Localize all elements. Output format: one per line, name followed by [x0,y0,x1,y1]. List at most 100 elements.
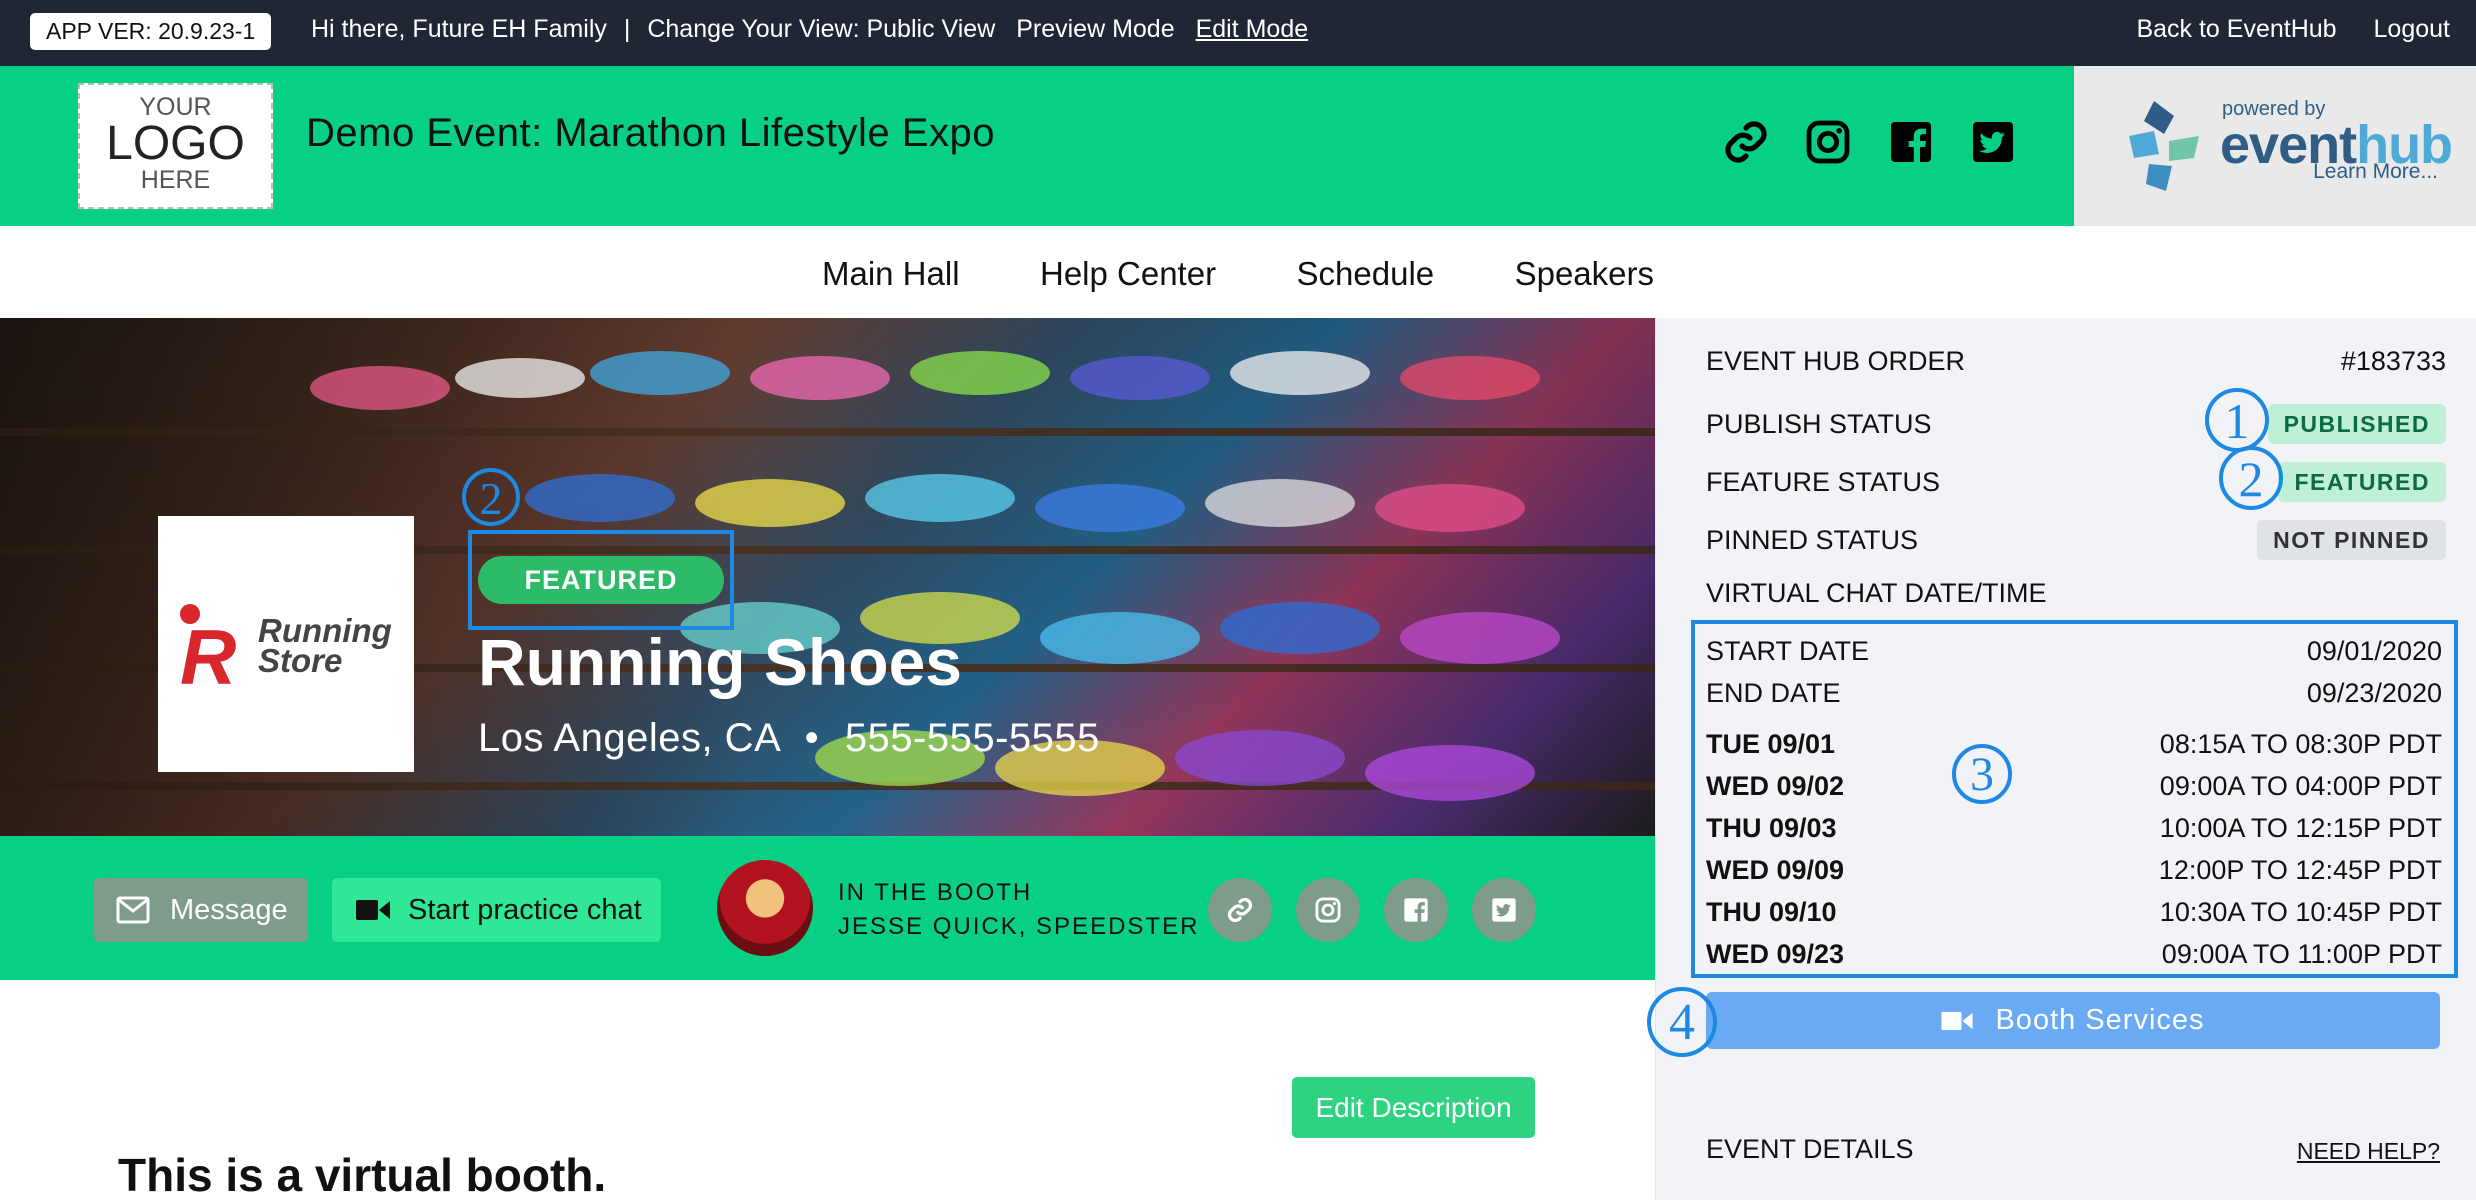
logo-letter: R [180,613,237,701]
feature-row: FEATURE STATUS FEATURED [1706,462,2446,502]
need-help-link[interactable]: NEED HELP? [2297,1138,2440,1165]
schedule-time: 09:00A TO 11:00P PDT [2161,939,2442,969]
nav-speakers[interactable]: Speakers [1515,226,1654,322]
eventhub-logo-icon [2129,101,2199,191]
nav-main-hall[interactable]: Main Hall [822,226,960,322]
schedule-row: WED 09/02 09:00A TO 04:00P PDT [1706,771,2442,802]
schedule-row: THU 09/10 10:30A TO 10:45P PDT [1706,897,2442,928]
facebook-icon [1404,898,1428,922]
video-camera-icon [356,900,390,920]
event-title: Demo Event: Marathon Lifestyle Expo [306,111,995,155]
logo-line-3: HERE [140,166,211,194]
annotation-marker-2-hero: 2 [462,468,520,526]
instagram-icon[interactable] [1804,118,1852,166]
booth-facebook-button[interactable] [1384,878,1448,942]
event-logo[interactable]: YOUR LOGO HERE [78,83,273,209]
booth-phone[interactable]: 555-555-5555 [845,716,1100,760]
booth-location: Los Angeles, CA [478,716,780,760]
header-social-icons [1722,118,2047,166]
description-heading: This is a virtual booth. [118,1149,607,1200]
in-booth-info: IN THE BOOTH JESSE QUICK, SPEEDSTER [838,876,1199,944]
booth-contact: Los Angeles, CA • 555-555-5555 [478,716,1100,761]
pinned-label: PINNED STATUS [1706,525,1919,555]
booth-description-area: Edit Description This is a virtual booth… [0,980,1655,1200]
schedule-time: 09:00A TO 04:00P PDT [2159,771,2442,801]
not-pinned-badge: NOT PINNED [2257,520,2446,560]
start-practice-chat-button[interactable]: Start practice chat [332,878,661,942]
end-date-label: END DATE [1706,678,1841,708]
schedule-row: THU 09/03 10:00A TO 12:15P PDT [1706,813,2442,844]
event-details-heading: EVENT DETAILS [1706,1134,1914,1164]
chat-datetime-label: VIRTUAL CHAT DATE/TIME [1706,578,2047,608]
link-icon[interactable] [1722,118,1770,166]
schedule-day: THU 09/03 [1706,813,1837,843]
schedule-day: WED 09/09 [1706,855,1845,885]
learn-more-link[interactable]: Learn More... [2313,160,2438,184]
event-header: YOUR LOGO HERE Demo Event: Marathon Life… [0,66,2074,226]
nav-help-center[interactable]: Help Center [1040,226,1216,322]
contact-bullet: • [804,716,820,760]
order-row: EVENT HUB ORDER #183733 [1706,346,2446,377]
annotation-marker-3: 3 [1952,744,2012,804]
logo-wordmark: Running Store [258,614,392,677]
start-date-value: 09/01/2020 [2306,636,2442,666]
in-booth-label: IN THE BOOTH [838,879,1033,906]
back-to-eventhub-link[interactable]: Back to EventHub [2136,15,2336,43]
schedule-day: TUE 09/01 [1706,729,1836,759]
change-view-link[interactable]: Change Your View: Public View [647,15,995,43]
top-right-links: Back to EventHub Logout [2106,0,2450,58]
feature-label: FEATURE STATUS [1706,467,1941,497]
schedule-time: 08:15A TO 08:30P PDT [2159,729,2442,759]
practice-chat-label: Start practice chat [408,894,642,926]
link-icon [1227,897,1253,923]
order-value: #183733 [2340,346,2446,376]
published-badge: PUBLISHED [2267,404,2446,444]
booth-action-bar: Message Start practice chat IN THE BOOTH… [0,836,1655,980]
message-button[interactable]: Message [94,878,308,942]
booth-name: Running Shoes [478,625,962,699]
featured-status-badge: FEATURED [2278,462,2446,502]
admin-top-bar: APP VER: 20.9.23-1 Hi there, Future EH F… [0,0,2476,66]
company-logo: R Running Store [158,516,414,772]
schedule-row: WED 09/23 09:00A TO 11:00P PDT [1706,939,2442,970]
edit-mode-link[interactable]: Edit Mode [1196,15,1309,43]
facebook-icon[interactable] [1887,118,1935,166]
annotation-marker-2-sidebar: 2 [2219,446,2283,510]
order-label: EVENT HUB ORDER [1706,346,1966,376]
publish-label: PUBLISH STATUS [1706,409,1932,439]
booth-host-avatar [717,860,813,956]
schedule-time: 12:00P TO 12:45P PDT [2158,855,2442,885]
booth-hero-banner: R Running Store FEATURED 2 Running Shoes… [0,318,1655,836]
booth-twitter-button[interactable] [1472,878,1536,942]
preview-mode-link[interactable]: Preview Mode [1016,15,1174,43]
twitter-icon[interactable] [1969,118,2017,166]
featured-badge: FEATURED [478,556,724,604]
envelope-icon [116,896,150,924]
logo-line-2: LOGO [106,117,245,170]
schedule-row: TUE 09/01 08:15A TO 08:30P PDT [1706,729,2442,760]
annotation-marker-1: 1 [2205,388,2269,452]
booth-details-sidebar: EVENT HUB ORDER #183733 PUBLISH STATUS P… [1647,318,2476,1200]
logout-link[interactable]: Logout [2374,15,2450,43]
greeting-text: Hi there, Future EH Family [311,15,607,43]
annotation-marker-4: 4 [1647,987,1717,1057]
booth-link-button[interactable] [1208,878,1272,942]
edit-description-button[interactable]: Edit Description [1292,1077,1535,1138]
powered-by-eventhub[interactable]: powered by eventhub Learn More... [2074,66,2476,226]
separator: | [623,15,631,43]
start-date-row: START DATE 09/01/2020 [1706,636,2442,667]
message-label: Message [170,894,288,926]
schedule-time: 10:30A TO 10:45P PDT [2159,897,2442,927]
booth-services-label: Booth Services [1995,1004,2205,1036]
nav-schedule[interactable]: Schedule [1297,226,1435,322]
booth-instagram-button[interactable] [1296,878,1360,942]
schedule-day: THU 09/10 [1706,897,1837,927]
schedule-day: WED 09/23 [1706,939,1845,969]
twitter-icon [1492,898,1516,922]
pinned-row: PINNED STATUS NOT PINNED [1706,520,2446,560]
in-booth-person: JESSE QUICK, SPEEDSTER [838,913,1200,940]
start-date-label: START DATE [1706,636,1870,666]
booth-services-button[interactable]: Booth Services [1706,992,2440,1049]
schedule-day: WED 09/02 [1706,771,1845,801]
app-version-badge: APP VER: 20.9.23-1 [30,13,272,50]
